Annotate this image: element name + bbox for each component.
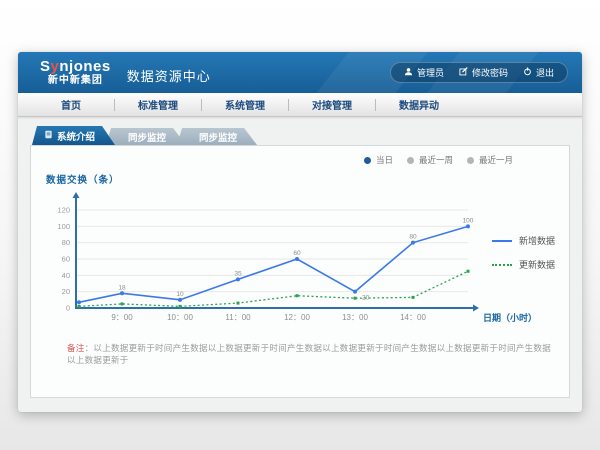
filter-最近一月[interactable]: 最近一月 <box>467 154 513 166</box>
y-axis-title: 数据交换（条） <box>46 172 120 186</box>
user-toolbar: 管理员 修改密码 退出 <box>390 62 568 83</box>
edit-icon <box>459 67 468 78</box>
tab-bar: 系统介绍同步监控同步监控 <box>32 126 570 145</box>
series-legend: 新增数据更新数据 <box>492 234 555 282</box>
app-window: Synjones 新中新集团 数据资源中心 管理员修改密码退出 首页标准管理系统… <box>18 52 582 412</box>
company-logo: Synjones 新中新集团 <box>40 59 111 87</box>
user-button-修改密码[interactable]: 修改密码 <box>459 66 508 79</box>
legend-item-新增数据: 新增数据 <box>492 234 555 247</box>
nav-item-首页[interactable]: 首页 <box>28 97 114 112</box>
user-button-管理员[interactable]: 管理员 <box>404 66 444 79</box>
tab-同步监控[interactable]: 同步监控 <box>106 128 186 145</box>
svg-text:0: 0 <box>66 304 70 313</box>
range-filter-group: 当日 最近一周 最近一月 <box>364 154 513 166</box>
legend-line-sample <box>492 240 512 242</box>
svg-text:9：00: 9：00 <box>111 313 133 322</box>
radio-icon[interactable] <box>467 157 474 164</box>
nav-item-对接管理[interactable]: 对接管理 <box>289 97 375 112</box>
svg-text:14：00: 14：00 <box>400 313 426 322</box>
radio-icon[interactable] <box>364 157 371 164</box>
tab-同步监控[interactable]: 同步监控 <box>177 128 257 145</box>
svg-text:120: 120 <box>57 206 70 215</box>
svg-text:日期（小时）: 日期（小时） <box>483 312 537 323</box>
svg-text:35: 35 <box>234 270 242 277</box>
svg-text:10: 10 <box>176 291 184 298</box>
header: Synjones 新中新集团 数据资源中心 管理员 修改密码 退出 <box>18 52 582 93</box>
svg-text:80: 80 <box>409 234 417 241</box>
nav-item-标准管理[interactable]: 标准管理 <box>115 97 201 112</box>
legend-item-更新数据: 更新数据 <box>492 258 555 271</box>
svg-text:80: 80 <box>62 238 70 247</box>
radio-icon[interactable] <box>407 157 414 164</box>
filter-当日[interactable]: 当日 <box>364 154 393 166</box>
nav-item-数据异动[interactable]: 数据异动 <box>376 97 462 112</box>
user-button-退出[interactable]: 退出 <box>523 66 554 79</box>
filter-最近一周[interactable]: 最近一周 <box>407 154 453 166</box>
svg-text:12：00: 12：00 <box>284 313 310 322</box>
svg-text:100: 100 <box>463 217 474 224</box>
svg-text:100: 100 <box>57 222 70 231</box>
tab-系统介绍[interactable]: 系统介绍 <box>32 126 115 145</box>
svg-text:11：00: 11：00 <box>225 313 251 322</box>
svg-text:13：00: 13：00 <box>342 313 368 322</box>
footnote: 备注：以上数据更新于时间产生数据以上数据更新于时间产生数据以上数据更新于时间产生… <box>67 342 555 366</box>
svg-text:10：00: 10：00 <box>167 313 193 322</box>
content-area: 系统介绍同步监控同步监控 当日最近一周最近一月 数据交换（条） 02040608… <box>18 117 582 398</box>
legend-line-sample <box>492 264 512 266</box>
svg-text:60: 60 <box>293 250 301 257</box>
footnote-label: 备注 <box>67 343 85 353</box>
svg-text:20: 20 <box>62 287 70 296</box>
svg-text:18: 18 <box>118 284 126 291</box>
svg-text:40: 40 <box>62 271 70 280</box>
main-nav: 首页标准管理系统管理对接管理数据异动 <box>18 93 582 117</box>
page-title: 数据资源中心 <box>127 66 211 85</box>
logo-wordmark: Synjones <box>40 59 111 76</box>
user-icon <box>404 67 413 78</box>
logo-subtitle: 新中新集团 <box>40 75 111 86</box>
power-icon <box>523 67 532 78</box>
chart-panel: 当日 最近一周 最近一月 数据交换（条） 0 20 40 60 80 100 120 9：00 10… <box>30 145 570 398</box>
document-icon <box>44 130 53 142</box>
svg-text:60: 60 <box>62 255 70 264</box>
nav-item-系统管理[interactable]: 系统管理 <box>202 97 288 112</box>
